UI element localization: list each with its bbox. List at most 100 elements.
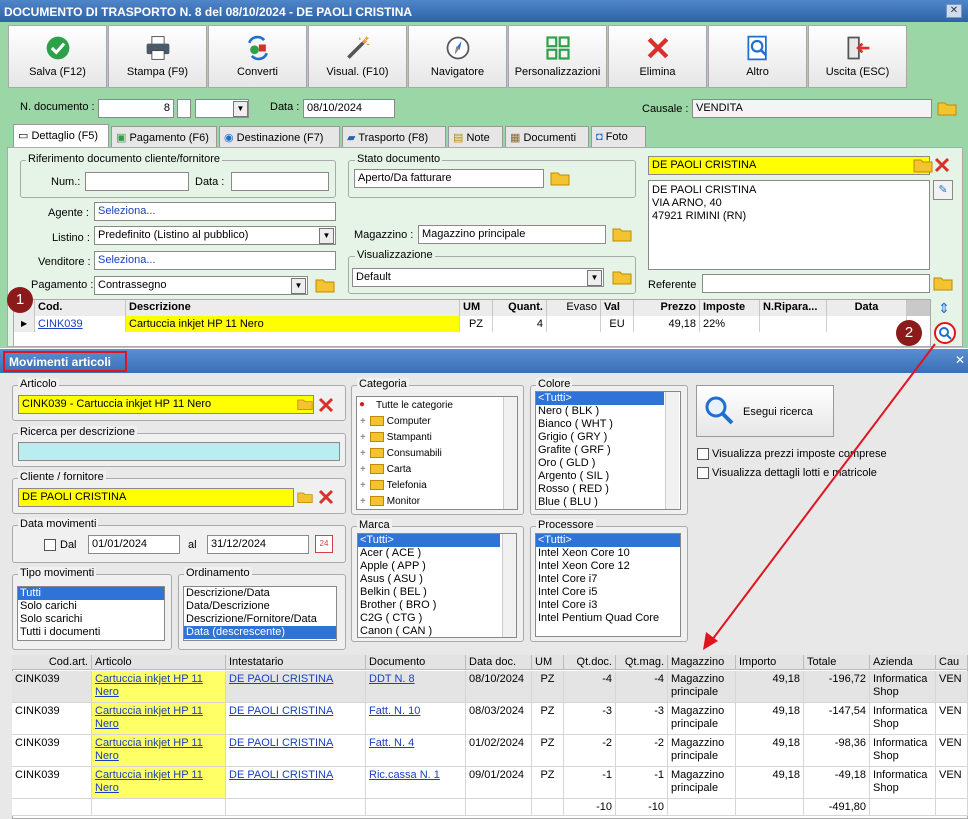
col-header[interactable]: Prezzo	[634, 300, 700, 316]
result-cell[interactable]: -3	[616, 703, 668, 735]
view-button[interactable]: Visual. (F10)	[308, 25, 407, 88]
list-item[interactable]: Solo scarichi	[18, 613, 164, 626]
list-item[interactable]: Asus ( ASU )	[358, 573, 516, 586]
result-cell[interactable]: CINK039	[12, 767, 92, 799]
col-header[interactable]: Val	[601, 300, 634, 316]
list-item[interactable]: Data (descrescente)	[184, 626, 336, 639]
list-item[interactable]: Descrizione/Data	[184, 587, 336, 600]
result-cell[interactable]: VEN	[936, 703, 968, 735]
processore-list[interactable]: <Tutti> Intel Xeon Core 10 Intel Xeon Co…	[535, 533, 681, 637]
result-cell[interactable]: DE PAOLI CRISTINA	[226, 767, 366, 799]
result-link[interactable]: DDT N. 8	[369, 673, 415, 685]
result-link[interactable]: DE PAOLI CRISTINA	[229, 769, 333, 781]
result-col-header[interactable]: Articolo	[92, 655, 226, 670]
result-link[interactable]: DE PAOLI CRISTINA	[229, 737, 333, 749]
result-cell[interactable]: CINK039	[12, 671, 92, 703]
col-header[interactable]: Data	[827, 300, 907, 316]
stato-input[interactable]: Aperto/Da fatturare	[354, 169, 544, 188]
list-item[interactable]: Bianco ( WHT )	[536, 418, 680, 431]
folder-icon[interactable]	[315, 277, 335, 293]
tipo-list[interactable]: Tutti Solo carichi Solo scarichi Tutti i…	[17, 586, 165, 641]
causale-input[interactable]: VENDITA	[692, 99, 932, 118]
row-descrizione[interactable]: Cartuccia inkjet HP 11 Nero	[126, 316, 460, 332]
result-cell[interactable]: 49,18	[736, 735, 804, 767]
result-cell[interactable]: Fatt. N. 4	[366, 735, 466, 767]
list-item[interactable]: Intel Pentium Quad Core	[536, 612, 680, 625]
exit-button[interactable]: Uscita (ESC)	[808, 25, 907, 88]
result-cell[interactable]: VEN	[936, 671, 968, 703]
list-item[interactable]: Apple ( APP )	[358, 560, 516, 573]
folder-icon[interactable]	[297, 397, 313, 411]
list-item[interactable]: Intel Core i7	[536, 573, 680, 586]
row-prezzo[interactable]: 49,18	[634, 316, 700, 332]
list-item[interactable]: Tutti i documenti	[18, 626, 164, 639]
folder-icon[interactable]	[913, 157, 933, 173]
pagamento-combo[interactable]: Contrassegno	[94, 276, 308, 295]
result-cell[interactable]: Informatica Shop	[870, 767, 936, 799]
list-item[interactable]: <Tutti>	[358, 534, 500, 547]
folder-icon[interactable]	[297, 490, 313, 504]
row-um[interactable]: PZ	[460, 316, 493, 332]
list-item[interactable]: <Tutti>	[536, 392, 664, 405]
chevron-down-icon[interactable]: ▼	[319, 228, 334, 244]
marca-list[interactable]: <Tutti> Acer ( ACE ) Apple ( APP ) Asus …	[357, 533, 517, 638]
result-col-header[interactable]: Totale	[804, 655, 870, 670]
result-link[interactable]: DE PAOLI CRISTINA	[229, 673, 333, 685]
agente-input[interactable]: Seleziona...	[94, 202, 336, 221]
cliente-mov-input[interactable]: DE PAOLI CRISTINA	[18, 488, 294, 507]
col-header[interactable]: Imposte	[700, 300, 760, 316]
ndoc-input[interactable]: 8	[98, 99, 174, 118]
result-cell[interactable]: Magazzino principale	[668, 671, 736, 703]
list-item[interactable]: Intel Core i3	[536, 599, 680, 612]
tree-item[interactable]: + Computer	[360, 416, 500, 432]
result-cell[interactable]: -1	[616, 767, 668, 799]
result-cell[interactable]: Informatica Shop	[870, 703, 936, 735]
col-header[interactable]: N.Ripara...	[760, 300, 827, 316]
folder-icon[interactable]	[937, 100, 957, 116]
list-item[interactable]: Acer ( ACE )	[358, 547, 516, 560]
result-cell[interactable]: Informatica Shop	[870, 735, 936, 767]
col-header[interactable]: Evaso	[547, 300, 601, 316]
folder-icon[interactable]	[612, 226, 632, 242]
tree-item[interactable]: + Stampanti	[360, 432, 500, 448]
result-cell[interactable]: 49,18	[736, 671, 804, 703]
result-col-header[interactable]: UM	[532, 655, 564, 670]
result-link[interactable]: Ric.cassa N. 1	[369, 769, 440, 781]
result-cell[interactable]: 09/01/2024	[466, 767, 532, 799]
tab-pagamento[interactable]: ▣ Pagamento (F6)	[111, 126, 217, 147]
result-cell[interactable]: VEN	[936, 767, 968, 799]
result-link[interactable]: Fatt. N. 4	[369, 737, 414, 749]
tree-item[interactable]: + Carta	[360, 464, 500, 480]
magnifier-icon[interactable]	[934, 322, 956, 344]
result-link[interactable]: DE PAOLI CRISTINA	[229, 705, 333, 717]
tab-documenti[interactable]: ▦ Documenti	[505, 126, 589, 147]
result-cell[interactable]: -1	[564, 767, 616, 799]
list-item[interactable]: C2G ( CTG )	[358, 612, 516, 625]
result-col-header[interactable]: Intestatario	[226, 655, 366, 670]
result-col-header[interactable]: Qt.doc.	[564, 655, 616, 670]
save-button[interactable]: Salva (F12)	[8, 25, 107, 88]
result-cell[interactable]: 49,18	[736, 703, 804, 735]
rif-num-input[interactable]	[85, 172, 189, 191]
row-imposte[interactable]: 22%	[700, 316, 760, 332]
al-input[interactable]: 31/12/2024	[207, 535, 309, 554]
date-input[interactable]: 08/10/2024	[303, 99, 395, 118]
venditore-input[interactable]: Seleziona...	[94, 251, 336, 270]
cliente-input[interactable]: DE PAOLI CRISTINA	[648, 156, 930, 175]
result-cell[interactable]: Fatt. N. 10	[366, 703, 466, 735]
chevron-down-icon[interactable]: ▼	[291, 278, 306, 294]
result-cell[interactable]: Magazzino principale	[668, 767, 736, 799]
result-cell[interactable]: PZ	[532, 671, 564, 703]
col-header[interactable]: Descrizione	[126, 300, 460, 316]
result-cell[interactable]: -49,18	[804, 767, 870, 799]
result-cell[interactable]: Cartuccia inkjet HP 11 Nero	[92, 671, 226, 703]
customize-button[interactable]: Personalizzazioni	[508, 25, 607, 88]
result-cell[interactable]: PZ	[532, 735, 564, 767]
dal-input[interactable]: 01/01/2024	[88, 535, 180, 554]
result-link[interactable]: Cartuccia inkjet HP 11 Nero	[95, 737, 203, 762]
list-item[interactable]: Belkin ( BEL )	[358, 586, 516, 599]
row-ripara[interactable]	[760, 316, 827, 332]
tree-root[interactable]: Tutte le categorie	[376, 400, 453, 411]
result-cell[interactable]: Cartuccia inkjet HP 11 Nero	[92, 735, 226, 767]
row-data[interactable]	[827, 316, 907, 332]
